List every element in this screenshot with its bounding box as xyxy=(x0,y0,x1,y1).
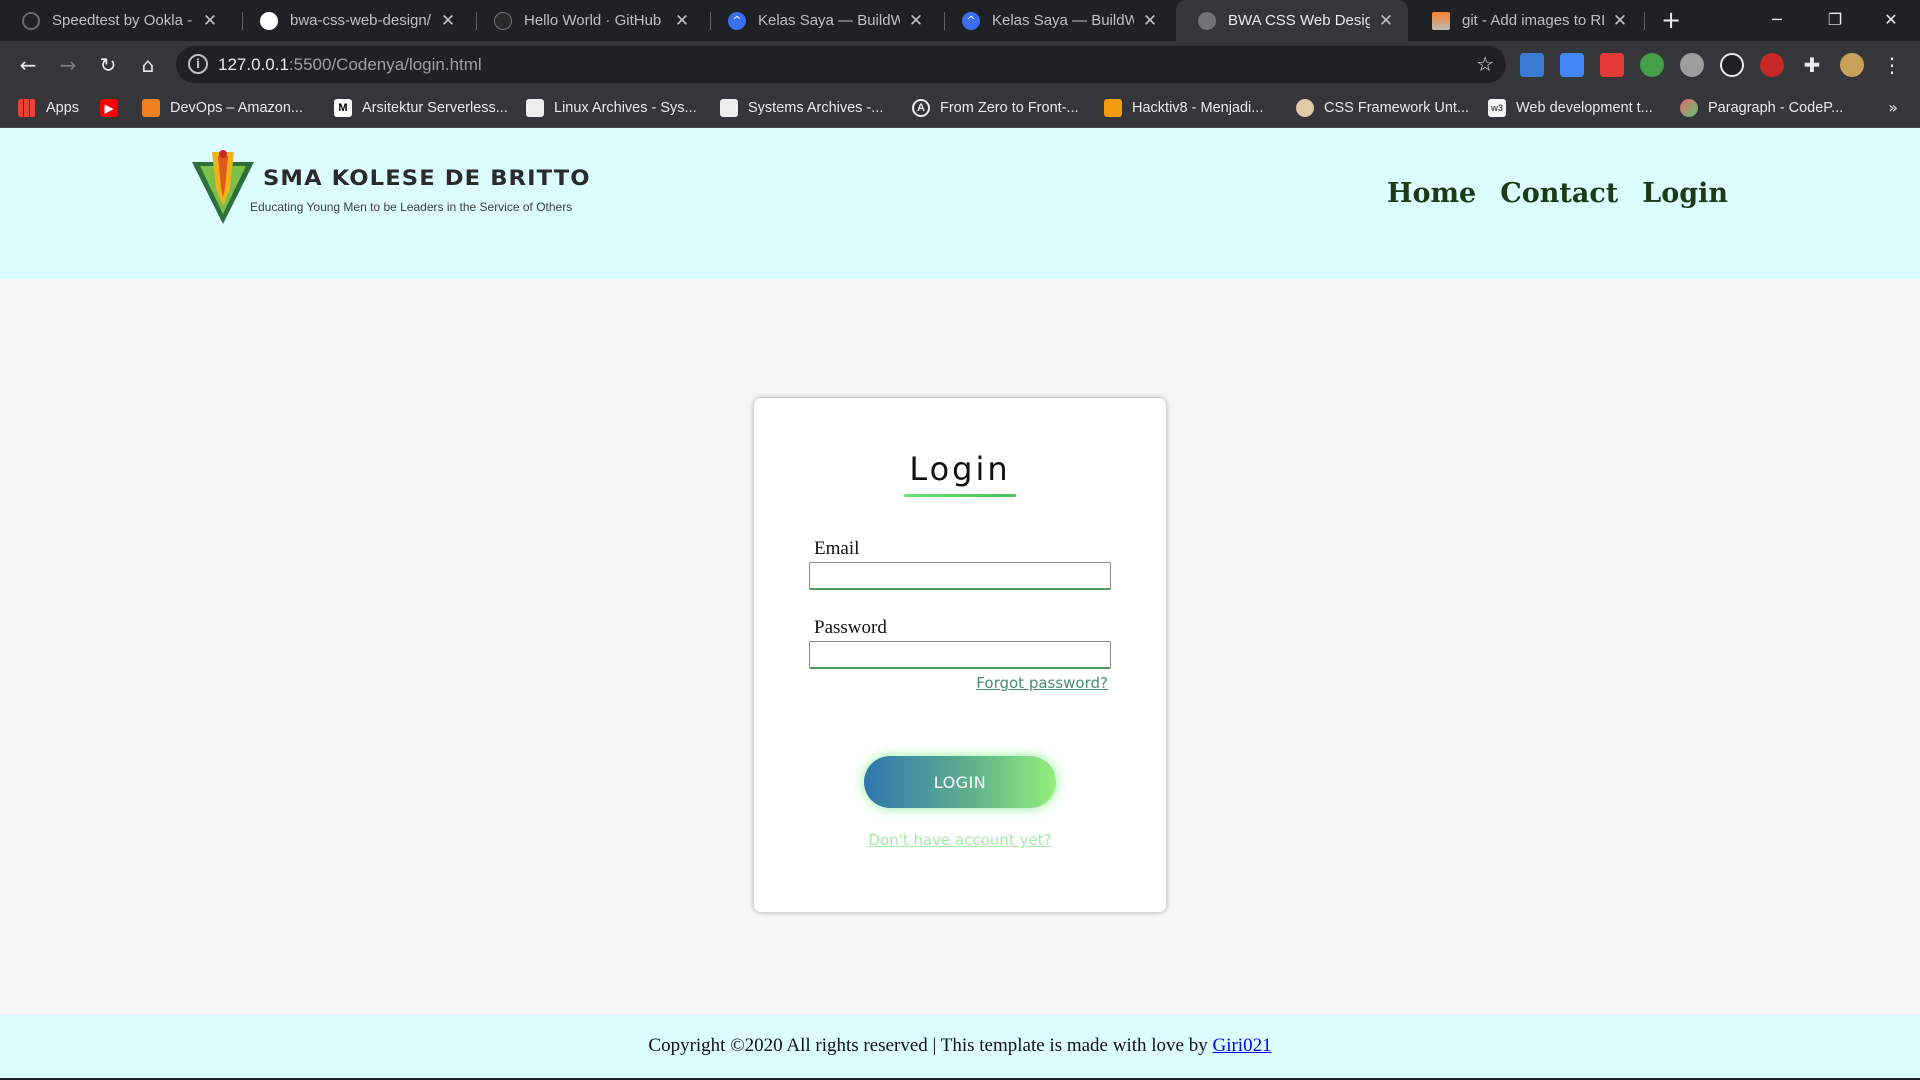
youtube-icon: ▶ xyxy=(100,99,118,117)
site-header: SMA KOLESE DE BRITTO Educating Young Men… xyxy=(0,128,1920,279)
site-icon xyxy=(526,99,544,117)
url-text[interactable]: 127.0.0.1:5500/Codenya/login.html xyxy=(218,46,482,83)
nav-login-link[interactable]: Login xyxy=(1642,178,1728,209)
bookmark-star-icon[interactable]: ☆ xyxy=(1476,46,1494,83)
site-info-icon[interactable]: i xyxy=(188,54,208,74)
copyright-text: Copyright ©2020 All rights reserved | Th… xyxy=(648,1035,1272,1056)
browser-tab-strip: Speedtest by Ookla - Th ✕ bwa-css-web-de… xyxy=(0,0,1920,41)
close-icon[interactable]: ✕ xyxy=(906,11,926,31)
medium-icon: M xyxy=(334,99,352,117)
extension-icon[interactable] xyxy=(1640,53,1664,77)
extension-icon[interactable] xyxy=(1520,53,1544,77)
browser-tab[interactable]: ^ Kelas Saya — BuildWith ✕ xyxy=(940,0,1172,41)
browser-tab[interactable]: Speedtest by Ookla - Th ✕ xyxy=(0,0,232,41)
browser-toolbar: ← → ↻ ⌂ i 127.0.0.1:5500/Codenya/login.h… xyxy=(0,41,1920,88)
email-label: Email xyxy=(814,538,860,559)
extensions-puzzle-icon[interactable]: ✚ xyxy=(1800,53,1824,77)
stackoverflow-icon xyxy=(1432,11,1450,30)
nav-home-link[interactable]: Home xyxy=(1387,178,1476,209)
bookmark-codepen[interactable]: Paragraph - CodeP... xyxy=(1680,88,1843,128)
bookmarks-bar: Apps ▶ DevOps – Amazon... M Arsitektur S… xyxy=(0,88,1920,128)
close-icon[interactable]: ✕ xyxy=(438,11,458,31)
buildwith-icon: ^ xyxy=(728,11,746,30)
bookmark-youtube[interactable]: ▶ xyxy=(100,88,128,128)
school-emblem-icon xyxy=(192,150,254,224)
browser-tab[interactable]: ^ Kelas Saya — BuildWith ✕ xyxy=(706,0,938,41)
page-main: Login Email Password Forgot password? LO… xyxy=(0,279,1920,1015)
browser-tab-active[interactable]: BWA CSS Web Design ✕ xyxy=(1176,0,1408,41)
extension-icon[interactable] xyxy=(1760,53,1784,77)
site-icon xyxy=(720,99,738,117)
bookmark-devops[interactable]: DevOps – Amazon... xyxy=(142,88,303,128)
close-icon[interactable]: ✕ xyxy=(672,11,692,31)
address-bar[interactable]: i 127.0.0.1:5500/Codenya/login.html ☆ xyxy=(176,46,1506,83)
signup-link[interactable]: Don't have account yet? xyxy=(754,831,1166,849)
speedtest-icon xyxy=(22,11,40,30)
apps-grid-icon xyxy=(18,99,36,117)
title-underline xyxy=(904,494,1016,497)
extension-icon[interactable] xyxy=(1680,53,1704,77)
aws-icon xyxy=(142,99,160,117)
school-tagline: Educating Young Men to be Leaders in the… xyxy=(250,200,573,214)
buildwith-icon: ^ xyxy=(962,11,980,30)
forward-icon[interactable]: → xyxy=(52,49,84,81)
forgot-password-link[interactable]: Forgot password? xyxy=(968,674,1108,692)
translate-icon[interactable] xyxy=(1560,53,1584,77)
bookmark-web-dev[interactable]: w3 Web development t... xyxy=(1488,88,1653,128)
new-tab-button[interactable]: + xyxy=(1656,6,1686,36)
angular-icon: A xyxy=(912,99,930,117)
home-icon[interactable]: ⌂ xyxy=(132,49,164,81)
password-label: Password xyxy=(814,617,887,638)
menu-kebab-icon[interactable]: ⋮ xyxy=(1880,53,1904,77)
skull-icon xyxy=(1296,99,1314,117)
close-window-icon[interactable]: ✕ xyxy=(1862,0,1920,41)
bookmark-hacktiv8[interactable]: Hacktiv8 - Menjadi... xyxy=(1104,88,1263,128)
login-title: Login xyxy=(909,450,1011,488)
avatar[interactable] xyxy=(1840,53,1864,77)
minimize-icon[interactable]: ─ xyxy=(1748,0,1806,41)
close-icon[interactable]: ✕ xyxy=(200,11,220,31)
reload-icon[interactable]: ↻ xyxy=(92,49,124,81)
browser-tab[interactable]: bwa-css-web-design/R ✕ xyxy=(238,0,470,41)
bookmark-apps[interactable]: Apps xyxy=(18,88,79,128)
github-icon xyxy=(260,11,278,30)
nav-contact-link[interactable]: Contact xyxy=(1500,178,1618,209)
password-field[interactable] xyxy=(809,641,1111,669)
main-navigation: Home Contact Login xyxy=(1387,178,1728,209)
codepen-icon xyxy=(1680,99,1698,117)
back-icon[interactable]: ← xyxy=(12,49,44,81)
restore-icon[interactable]: ❐ xyxy=(1806,0,1864,41)
bookmark-linux[interactable]: Linux Archives - Sys... xyxy=(526,88,697,128)
login-card: Login Email Password Forgot password? LO… xyxy=(754,398,1166,912)
site-footer: Copyright ©2020 All rights reserved | Th… xyxy=(0,1015,1920,1078)
hacktiv8-icon xyxy=(1104,99,1122,117)
extension-icon[interactable] xyxy=(1600,53,1624,77)
login-button[interactable]: LOGIN xyxy=(864,756,1056,808)
close-icon[interactable]: ✕ xyxy=(1140,11,1160,31)
author-link[interactable]: Giri021 xyxy=(1212,1035,1271,1056)
bookmark-css-framework[interactable]: CSS Framework Unt... xyxy=(1296,88,1469,128)
school-name: SMA KOLESE DE BRITTO xyxy=(263,166,591,190)
extension-icon[interactable] xyxy=(1720,53,1744,77)
email-field[interactable] xyxy=(809,562,1111,590)
globe-icon xyxy=(1198,11,1216,30)
close-icon[interactable]: ✕ xyxy=(1376,11,1396,31)
bookmark-serverless[interactable]: M Arsitektur Serverless... xyxy=(334,88,508,128)
bookmark-frontend[interactable]: A From Zero to Front-... xyxy=(912,88,1079,128)
browser-tab[interactable]: Hello World · GitHub G ✕ xyxy=(472,0,704,41)
school-logo[interactable]: SMA KOLESE DE BRITTO Educating Young Men… xyxy=(190,148,590,228)
w3-icon: w3 xyxy=(1488,99,1506,117)
more-bookmarks-button[interactable]: » xyxy=(1888,88,1898,128)
github-icon xyxy=(494,11,512,30)
browser-tab[interactable]: git - Add images to RE ✕ xyxy=(1410,0,1642,41)
bookmark-systems[interactable]: Systems Archives -... xyxy=(720,88,883,128)
close-icon[interactable]: ✕ xyxy=(1610,11,1630,31)
